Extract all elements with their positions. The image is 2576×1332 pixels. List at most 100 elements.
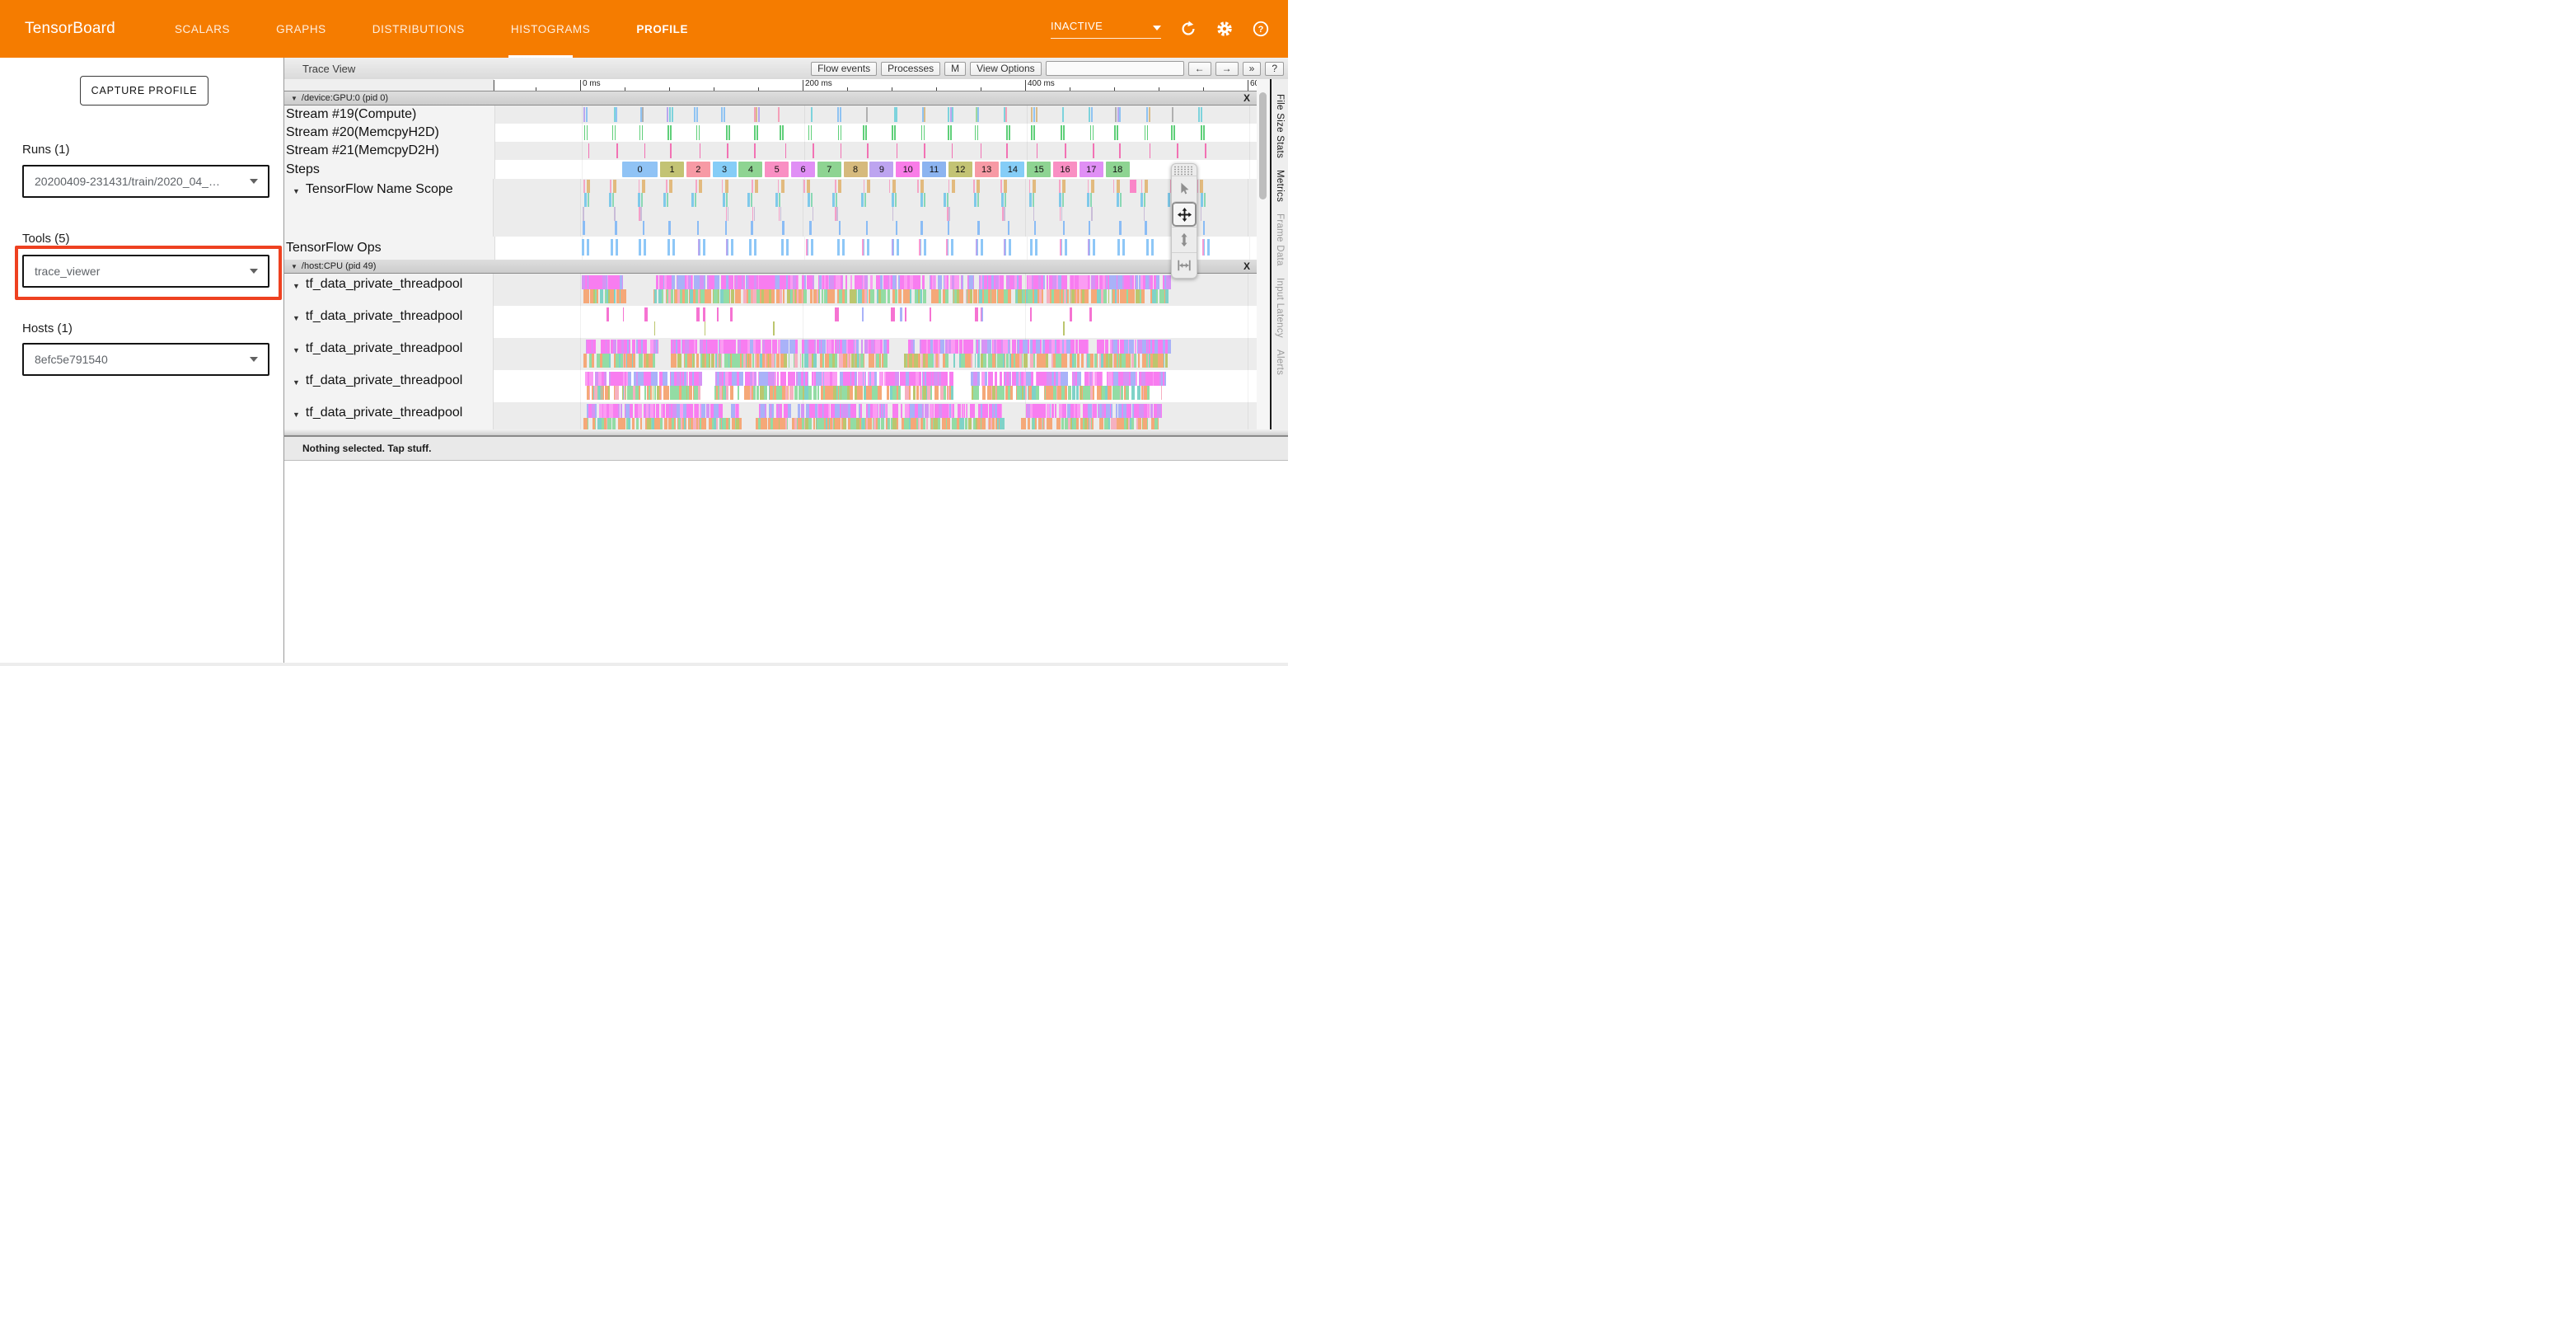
step-chip-6[interactable]: 6 [791, 162, 815, 177]
tools-dropdown[interactable]: trace_viewer [22, 255, 269, 288]
step-chip-3[interactable]: 3 [713, 162, 737, 177]
step-chip-4[interactable]: 4 [738, 162, 762, 177]
expander-triangle-icon[interactable]: ▼ [293, 410, 300, 419]
step-chip-15[interactable]: 15 [1027, 162, 1051, 177]
track-area[interactable] [495, 142, 1259, 160]
trace-event-mark [1144, 386, 1147, 400]
trace-event-mark [1145, 221, 1147, 235]
trace-event-mark [948, 386, 949, 400]
trace-event-mark [1088, 180, 1089, 193]
expander-triangle-icon[interactable]: ▼ [293, 282, 300, 290]
step-chip-12[interactable]: 12 [948, 162, 972, 177]
trace-help-button[interactable]: ? [1265, 62, 1284, 76]
expander-triangle-icon[interactable]: ▼ [293, 314, 300, 322]
nav-tab-graphs[interactable]: GRAPHS [276, 15, 326, 44]
side-tab-input-latency[interactable]: Input Latency [1275, 278, 1285, 338]
step-chip-0[interactable]: 0 [622, 162, 658, 177]
nav-tab-histograms[interactable]: HISTOGRAMS [511, 15, 591, 44]
collapse-triangle-icon[interactable]: ▼ [291, 263, 297, 270]
view-options-button[interactable]: View Options [970, 62, 1041, 76]
cursor-tool-button[interactable] [1172, 176, 1197, 201]
trace-search-input[interactable] [1046, 61, 1184, 76]
trace-event-mark [812, 404, 815, 418]
trace-event-mark [1121, 418, 1124, 429]
help-icon[interactable]: ? [1252, 20, 1270, 38]
vertical-scrollbar[interactable] [1257, 79, 1270, 429]
section-header[interactable]: ▼/device:GPU:0 (pid 0)X [284, 91, 1257, 106]
step-chip-11[interactable]: 11 [922, 162, 946, 177]
trace-event-mark [1042, 354, 1046, 368]
track-area[interactable] [494, 274, 1258, 306]
track-area[interactable] [494, 370, 1258, 402]
trace-event-mark [732, 418, 735, 429]
trace-event-mark [1114, 275, 1117, 289]
side-tab-frame-data[interactable]: Frame Data [1275, 213, 1285, 266]
step-chip-18[interactable]: 18 [1106, 162, 1130, 177]
close-section-button[interactable]: X [1244, 92, 1250, 104]
step-chip-1[interactable]: 1 [660, 162, 684, 177]
step-chip-17[interactable]: 17 [1080, 162, 1103, 177]
track-area[interactable] [495, 106, 1259, 124]
runs-dropdown[interactable]: 20200409-231431/train/2020_04_… [22, 165, 269, 198]
settings-gear-icon[interactable] [1215, 20, 1234, 38]
collapse-triangle-icon[interactable]: ▼ [291, 95, 297, 102]
trace-event-mark [639, 207, 640, 221]
m-button[interactable]: M [944, 62, 966, 76]
expander-triangle-icon[interactable]: ▼ [293, 378, 300, 387]
trace-event-mark [722, 386, 724, 400]
track-area[interactable] [495, 237, 1259, 260]
side-tab-file-size-stats[interactable]: File Size Stats [1275, 94, 1285, 158]
nav-prev-button[interactable]: ← [1188, 62, 1211, 76]
step-chip-16[interactable]: 16 [1053, 162, 1077, 177]
trace-event-mark [1117, 125, 1118, 140]
nav-tab-scalars[interactable]: SCALARS [175, 15, 230, 44]
capture-profile-button[interactable]: CAPTURE PROFILE [80, 76, 208, 106]
expander-triangle-icon[interactable]: ▼ [293, 187, 300, 195]
step-chip-8[interactable]: 8 [844, 162, 868, 177]
side-tab-metrics[interactable]: Metrics [1275, 170, 1285, 202]
track-area[interactable]: 0123456789101112131415161718 [495, 160, 1259, 179]
step-chip-13[interactable]: 13 [975, 162, 999, 177]
trace-event-mark [891, 275, 892, 289]
step-chip-5[interactable]: 5 [765, 162, 789, 177]
side-tab-alerts[interactable]: Alerts [1275, 349, 1285, 375]
trace-event-mark [938, 275, 939, 289]
trace-event-mark [612, 193, 614, 207]
nav-next-button[interactable]: → [1215, 62, 1239, 76]
nav-tab-distributions[interactable]: DISTRIBUTIONS [372, 15, 465, 44]
status-dropdown[interactable]: INACTIVE [1051, 20, 1161, 39]
refresh-icon[interactable] [1179, 20, 1197, 38]
trace-viewer: Trace View Flow eventsProcessesMView Opt… [284, 58, 1288, 666]
step-chip-2[interactable]: 2 [686, 162, 710, 177]
step-chip-7[interactable]: 7 [817, 162, 841, 177]
nav-tab-profile[interactable]: PROFILE [636, 15, 688, 44]
pan-tool-button[interactable] [1172, 201, 1197, 227]
expander-triangle-icon[interactable]: ▼ [293, 346, 300, 354]
close-section-button[interactable]: X [1244, 260, 1250, 272]
trace-event-mark [1136, 372, 1138, 386]
track-area[interactable] [494, 179, 1258, 237]
track-area[interactable] [494, 306, 1258, 338]
trace-event-mark [1150, 372, 1154, 386]
step-chip-9[interactable]: 9 [869, 162, 893, 177]
trace-event-mark [1114, 125, 1116, 140]
step-chip-14[interactable]: 14 [1000, 162, 1024, 177]
timing-tool-button[interactable] [1172, 252, 1197, 278]
more-button[interactable]: » [1243, 62, 1262, 76]
processes-button[interactable]: Processes [881, 62, 940, 76]
track-area[interactable] [494, 338, 1258, 370]
zoom-tool-button[interactable] [1172, 227, 1197, 252]
trace-event-mark [1012, 340, 1016, 354]
flow-events-button[interactable]: Flow events [811, 62, 877, 76]
track-area[interactable] [495, 124, 1259, 142]
trace-event-mark [961, 275, 963, 289]
scrollbar-thumb[interactable] [1259, 92, 1267, 199]
trace-event-mark [835, 372, 837, 386]
step-chip-10[interactable]: 10 [896, 162, 920, 177]
trace-event-mark [696, 125, 698, 140]
section-header[interactable]: ▼/host:CPU (pid 49)X [284, 260, 1257, 274]
palette-drag-handle[interactable] [1174, 166, 1194, 176]
pane-divider[interactable] [284, 429, 1288, 437]
hosts-dropdown[interactable]: 8efc5e791540 [22, 343, 269, 376]
track-area[interactable] [494, 402, 1258, 429]
